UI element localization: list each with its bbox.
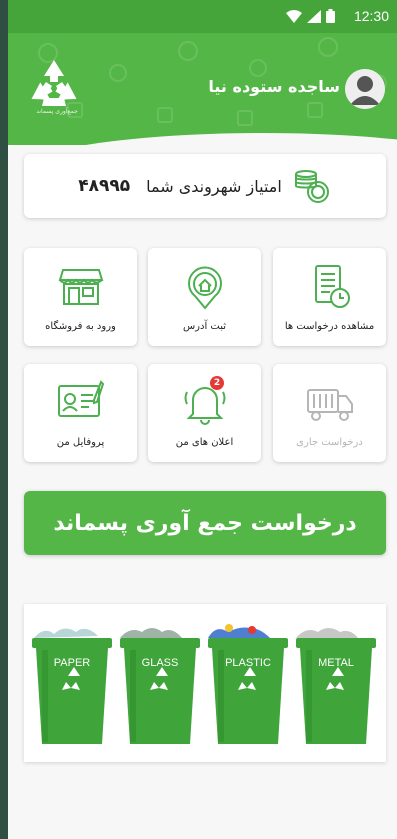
tile-my-profile[interactable]: پروفایل من	[24, 364, 137, 462]
citizen-score-card: ۴۸۹۹۵ امتیاز شهروندی شما	[24, 154, 386, 218]
coins-icon	[294, 170, 329, 203]
battery-icon	[326, 9, 335, 23]
tile-register-address[interactable]: ثبت آدرس	[148, 248, 261, 346]
logo-caption: جمع‌آوری پسماند	[36, 108, 78, 115]
tile-label: ثبت آدرس	[182, 321, 227, 332]
profile-card-icon	[57, 380, 104, 417]
bin-label-glass: GLASS	[142, 657, 179, 669]
bin-label-paper: PAPER	[54, 657, 91, 669]
badge-count: 2	[213, 378, 221, 388]
status-bar: 12:30	[8, 0, 397, 33]
recycle-bins-image: PAPER GLASS PLASTIC METAL	[24, 604, 386, 762]
tile-label: درخواست جاری	[296, 437, 363, 448]
recycle-bins-banner: PAPER GLASS PLASTIC METAL	[24, 604, 386, 762]
tile-label: ورود به فروشگاه	[45, 321, 116, 332]
score-value: ۴۸۹۹۵	[78, 176, 131, 196]
user-avatar[interactable]	[345, 69, 385, 109]
signal-icon	[307, 9, 321, 23]
app-screen: 12:30 جمع‌آوری پسماند ساجده ستوده نیا	[8, 0, 397, 839]
bin-label-metal: METAL	[318, 657, 354, 669]
tile-label: مشاهده درخواست ها	[284, 321, 375, 332]
garbage-truck-icon	[306, 389, 353, 421]
location-pin-icon	[187, 266, 222, 310]
tile-my-notifications[interactable]: 2 اعلان های من	[148, 364, 261, 462]
tile-view-requests[interactable]: مشاهده درخواست ها	[273, 248, 386, 346]
bin-label-plastic: PLASTIC	[225, 657, 271, 669]
avatar-icon	[345, 69, 385, 109]
recycle-logo-icon	[31, 60, 77, 106]
status-time: 12:30	[353, 8, 389, 24]
requests-list-icon	[314, 265, 350, 308]
tile-label: اعلان های من	[175, 437, 234, 448]
tile-label: پروفایل من	[56, 437, 105, 448]
score-label: امتیاز شهروندی شما	[146, 176, 282, 196]
tile-enter-store[interactable]: ورود به فروشگاه	[24, 248, 137, 346]
request-pickup-button[interactable]: درخواست جمع آوری پسماند	[24, 491, 386, 555]
tile-current-request[interactable]: درخواست جاری	[273, 364, 386, 462]
user-name[interactable]: ساجده ستوده نیا	[208, 77, 340, 96]
wifi-icon	[286, 9, 302, 23]
status-icons	[286, 9, 335, 23]
store-icon	[58, 269, 103, 305]
